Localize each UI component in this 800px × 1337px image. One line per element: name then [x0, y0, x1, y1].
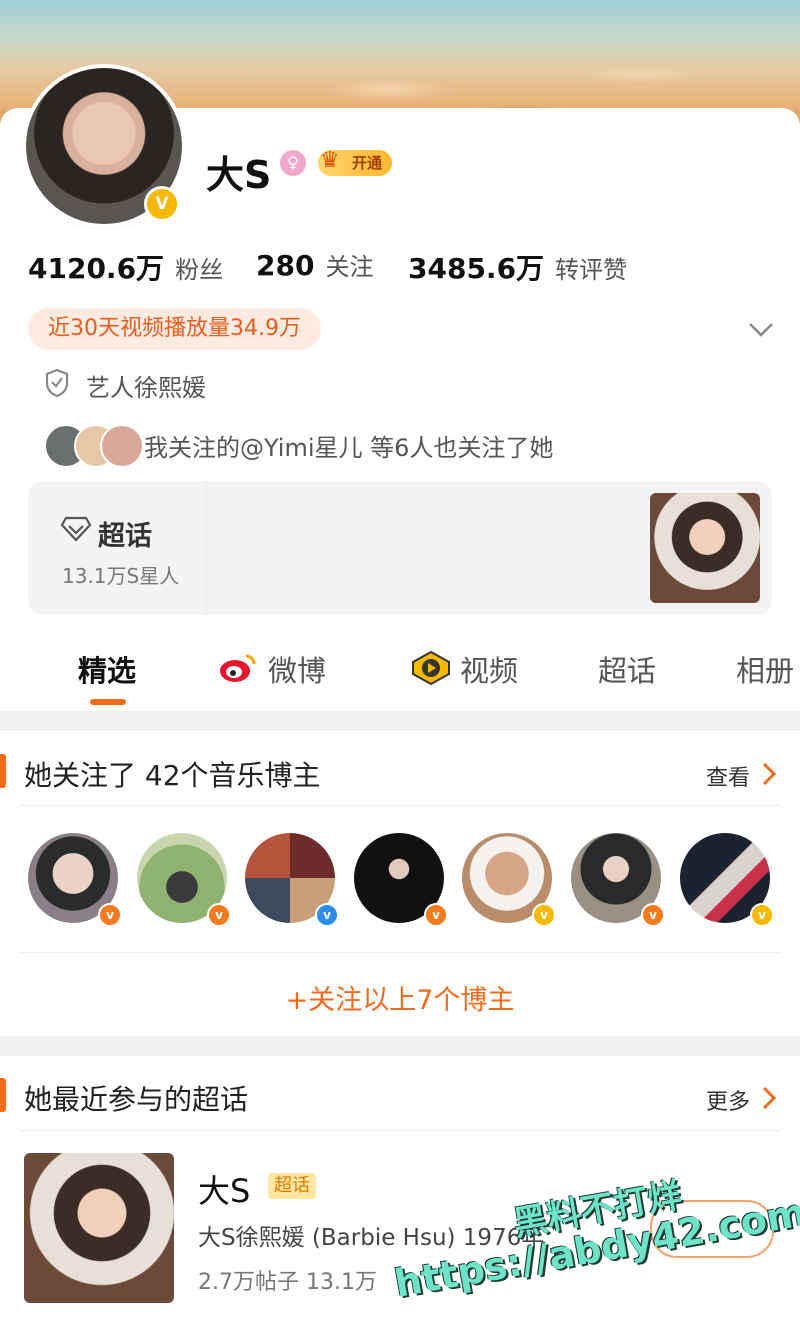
divider [20, 952, 780, 953]
verification-text: 艺人徐熙媛 [86, 374, 206, 402]
supertopic-subtitle: 13.1万S星人 [62, 564, 180, 588]
supertopic-title: 超话 [98, 521, 152, 552]
section-accent-bar [0, 1078, 6, 1112]
active-tab-indicator [90, 699, 126, 705]
video-icon [410, 650, 452, 690]
music-section-title: 她关注了 42个音乐博主 [24, 759, 321, 792]
section-accent-bar [0, 754, 6, 788]
tab-featured[interactable]: 精选 [78, 648, 136, 690]
verified-badge-icon: v [641, 903, 665, 927]
stat-interactions[interactable]: 3485.6万 转评赞 [408, 247, 627, 287]
diamond-icon [60, 516, 92, 546]
stat-value: 4120.6万 [28, 252, 165, 285]
stat-value: 3485.6万 [408, 252, 545, 285]
supertopic-item-name: 大S [198, 1172, 251, 1210]
divider [20, 1130, 780, 1131]
more-link[interactable]: 更多 [706, 1084, 750, 1116]
card-divider [206, 481, 207, 615]
mutual-follow-text[interactable]: 我关注的@Yimi星儿 等6人也关注了她 [144, 428, 553, 463]
section-separator [0, 711, 800, 731]
supertopic-photo [650, 493, 760, 603]
crown-icon: ♛ [320, 148, 340, 173]
verified-badge-icon: v [315, 903, 339, 927]
tab-supertopic[interactable]: 超话 [598, 648, 656, 690]
verified-badge-icon: v [750, 903, 774, 927]
chevron-right-icon[interactable] [762, 762, 777, 790]
shield-icon [44, 368, 70, 402]
supertopic-item-photo[interactable] [24, 1153, 174, 1303]
verified-badge-icon: v [207, 903, 231, 927]
female-icon: ♀ [280, 150, 306, 176]
section-separator [0, 1036, 800, 1056]
stat-following[interactable]: 280 关注 [256, 247, 374, 282]
divider [20, 805, 780, 806]
tab-album[interactable]: 相册 [736, 648, 794, 690]
weibo-icon [218, 652, 258, 688]
stat-label: 关注 [325, 253, 374, 281]
tab-weibo[interactable]: 微博 [268, 648, 326, 690]
verified-badge-icon: v [424, 903, 448, 927]
verified-badge-icon: v [532, 903, 556, 927]
stat-followers[interactable]: 4120.6万 粉丝 [28, 247, 223, 287]
vip-label: 开通 [352, 154, 383, 172]
chevron-right-icon[interactable] [762, 1086, 777, 1114]
follow-all-button[interactable]: +关注以上7个博主 [0, 978, 800, 1017]
recent-supertopic-title: 她最近参与的超话 [24, 1083, 249, 1116]
verified-badge-icon: V [144, 186, 180, 222]
stat-label: 粉丝 [175, 256, 224, 284]
video-views-badge[interactable]: 近30天视频播放量34.9万 [28, 308, 321, 350]
supertopic-tag: 超话 [268, 1173, 316, 1199]
profile-name: 大S [206, 153, 272, 197]
tab-video[interactable]: 视频 [460, 648, 518, 690]
stat-value: 280 [256, 249, 315, 282]
supertopic-item-stats: 2.7万帖子 13.1万 [198, 1270, 377, 1295]
expand-chevron-icon[interactable] [748, 312, 774, 345]
view-all-link[interactable]: 查看 [706, 760, 750, 792]
mutual-avatar [100, 424, 144, 468]
stat-label: 转评赞 [555, 256, 628, 284]
verified-badge-icon: v [98, 903, 122, 927]
